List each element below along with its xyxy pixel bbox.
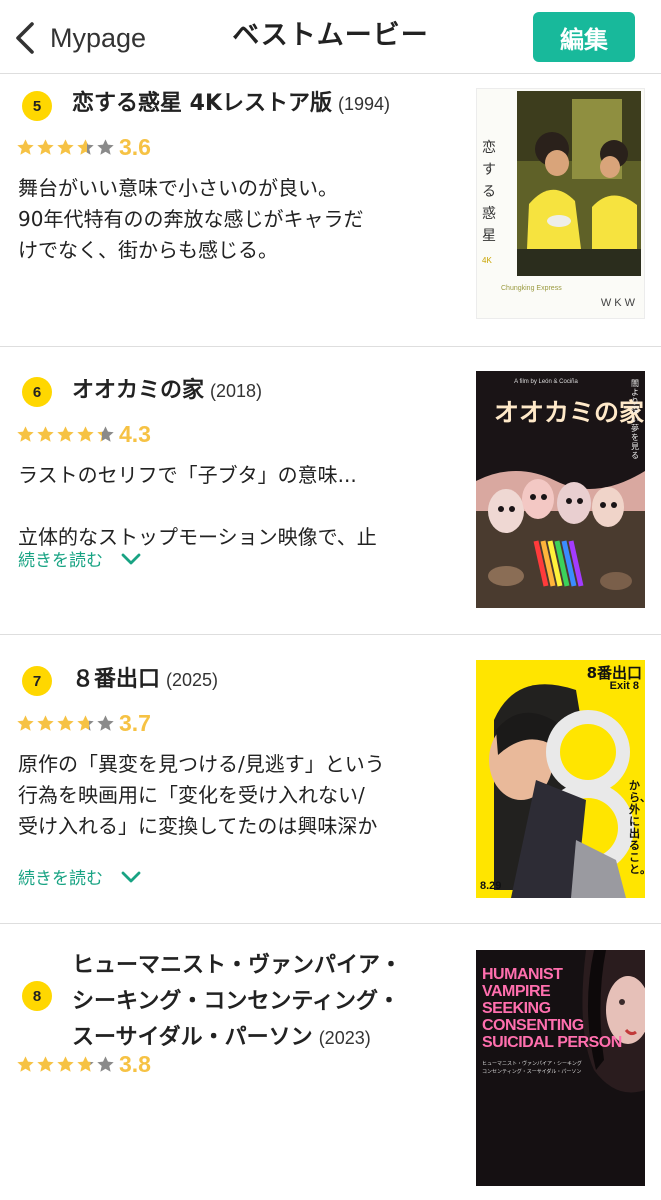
star-rating: [16, 425, 116, 444]
review-text: 舞台がいい意味で小さいのが良い。 90年代特有のの奔放な感じがキャラだ けでなく…: [18, 173, 458, 266]
rank-badge: 6: [22, 377, 52, 407]
review-line: ラストのセリフで「子ブタ」の意味...: [18, 463, 357, 487]
movie-title[interactable]: オオカミの家 (2018): [72, 376, 262, 406]
poster-subtitle: Exit 8: [609, 680, 639, 692]
poster-title-line: SUICIDAL PERSON: [482, 1034, 622, 1051]
poster-image[interactable]: HUMANIST VAMPIRE SEEKING CONSENTING SUIC…: [476, 950, 645, 1186]
read-more-link[interactable]: 続きを読む: [18, 864, 141, 889]
poster-jp-line: ヒューマニスト・ヴァンパイア・シーキング: [482, 1061, 582, 1067]
rating: 3.7: [16, 709, 151, 737]
back-label: Mypage: [50, 22, 147, 53]
movie-title[interactable]: ヒューマニスト・ヴァンパイア・ シーキング・コンセンティング・ スーサイダル・パ…: [72, 948, 452, 1056]
review-text: 原作の「異変を見つける/見逃す」という 行為を映画用に「変化を受け入れない/ 受…: [18, 749, 458, 842]
poster-tagline: から、外に出ること。: [629, 779, 645, 876]
star-rating: [16, 714, 116, 733]
review-line: 行為を映画用に「変化を受け入れない/: [18, 783, 365, 807]
star-icon: [57, 138, 74, 155]
rating: 4.3: [16, 420, 151, 448]
review-line: 受け入れる」に変換してたのは興味深か: [18, 814, 378, 838]
poster-title-line: HUMANIST: [482, 966, 563, 983]
chevron-left-icon: [16, 22, 34, 54]
star-icon: [57, 1055, 74, 1072]
movie-title-text: ８番出口: [72, 667, 161, 692]
star-rating: [16, 138, 116, 157]
list-item[interactable]: 7 ８番出口 (2025) 3.7 原作の「異変を見つける/見逃す」という 行為を…: [0, 635, 661, 924]
poster-date: 8.29: [480, 880, 502, 892]
rating-score: 4.3: [119, 420, 151, 447]
star-icon: [17, 425, 34, 442]
rating-score: 3.8: [119, 1050, 151, 1077]
movie-title-line: シーキング・コンセンティング・: [72, 989, 401, 1014]
poster-side-text: 闇より深い 夢を見る: [631, 379, 645, 460]
review-line: 舞台がいい意味で小さいのが良い。: [18, 176, 338, 200]
rating: 3.8: [16, 1050, 151, 1078]
review-line: [18, 491, 458, 522]
star-icon: [37, 138, 54, 155]
poster-title: オオカミの家: [494, 398, 645, 427]
chevron-down-icon: [121, 553, 141, 564]
movie-year: (2025): [166, 670, 219, 690]
star-icon: [77, 138, 94, 155]
review-line: けでなく、街からも感じる。: [18, 238, 278, 262]
poster-image[interactable]: 8番出口 Exit 8 から、外に出ること。 8.29: [476, 660, 645, 898]
rank-badge: 7: [22, 666, 52, 696]
poster-artwork: [476, 660, 645, 898]
movie-title-text: 恋する惑星 4Kレストア版: [72, 91, 333, 116]
review-text: ラストのセリフで「子ブタ」の意味... 立体的なストップモーション映像で、止: [18, 460, 458, 553]
star-icon: [77, 425, 94, 442]
star-icon: [57, 425, 74, 442]
review-line: 90年代特有のの奔放な感じがキャラだ: [18, 207, 364, 231]
poster-byline: A film by León & Cociña: [514, 379, 578, 385]
read-more-label: 続きを読む: [18, 551, 103, 571]
poster-logo: WKW: [600, 297, 638, 309]
movie-title-line: ヒューマニスト・ヴァンパイア・: [72, 953, 403, 978]
poster-vertical-title: 恋する惑星: [482, 140, 496, 244]
list-item[interactable]: 6 オオカミの家 (2018) 4.3 ラストのセリフで「子ブタ」の意味... 立…: [0, 347, 661, 635]
poster-jp-line: コンセンティング・スーサイダル・パーソン: [482, 1069, 582, 1075]
star-icon: [97, 425, 114, 442]
rating: 3.6: [16, 133, 151, 161]
read-more-label: 続きを読む: [18, 869, 103, 889]
star-icon: [77, 714, 94, 731]
poster-caption: Chungking Express: [501, 285, 562, 292]
poster-image[interactable]: 恋する惑星 4K Chungking Express WKW: [476, 88, 645, 319]
movie-title[interactable]: 恋する惑星 4Kレストア版 (1994): [72, 89, 390, 119]
star-icon: [97, 714, 114, 731]
star-rating: [16, 1055, 116, 1074]
movie-title-line: スーサイダル・パーソン: [72, 1025, 313, 1050]
star-icon: [97, 1055, 114, 1072]
rating-score: 3.6: [119, 133, 151, 160]
chevron-down-icon: [121, 871, 141, 882]
star-icon: [17, 714, 34, 731]
star-icon: [97, 138, 114, 155]
movie-title-text: オオカミの家: [72, 378, 205, 403]
star-icon: [57, 714, 74, 731]
rating-score: 3.7: [119, 709, 151, 736]
movie-year: (2023): [318, 1028, 371, 1048]
nav-header: Mypage ベストムービー 編集: [0, 0, 661, 74]
star-icon: [37, 714, 54, 731]
movie-title[interactable]: ８番出口 (2025): [72, 665, 218, 695]
star-icon: [17, 1055, 34, 1072]
star-icon: [17, 138, 34, 155]
list-item[interactable]: 5 恋する惑星 4Kレストア版 (1994) 3.6 舞台がいい意味で小さいのが良…: [0, 75, 661, 347]
movie-list: 5 恋する惑星 4Kレストア版 (1994) 3.6 舞台がいい意味で小さいのが良…: [0, 75, 661, 1200]
movie-year: (2018): [210, 381, 263, 401]
poster-title-line: SEEKING: [482, 1000, 551, 1017]
read-more-link[interactable]: 続きを読む: [18, 546, 141, 571]
review-line: 原作の「異変を見つける/見逃す」という: [18, 752, 385, 776]
poster-title-line: CONSENTING: [482, 1017, 584, 1034]
rank-badge: 8: [22, 981, 52, 1011]
star-icon: [37, 1055, 54, 1072]
movie-year: (1994): [338, 94, 391, 114]
list-item[interactable]: 8 ヒューマニスト・ヴァンパイア・ シーキング・コンセンティング・ スーサイダル…: [0, 924, 661, 1200]
star-icon: [77, 1055, 94, 1072]
poster-title-line: VAMPIRE: [482, 983, 551, 1000]
edit-button[interactable]: 編集: [533, 12, 635, 62]
star-icon: [37, 425, 54, 442]
back-button[interactable]: Mypage: [12, 16, 146, 60]
poster-badge: 4K: [482, 256, 492, 265]
poster-image[interactable]: A film by León & Cociña オオカミの家 闇より深い 夢を見…: [476, 371, 645, 608]
rank-badge: 5: [22, 91, 52, 121]
